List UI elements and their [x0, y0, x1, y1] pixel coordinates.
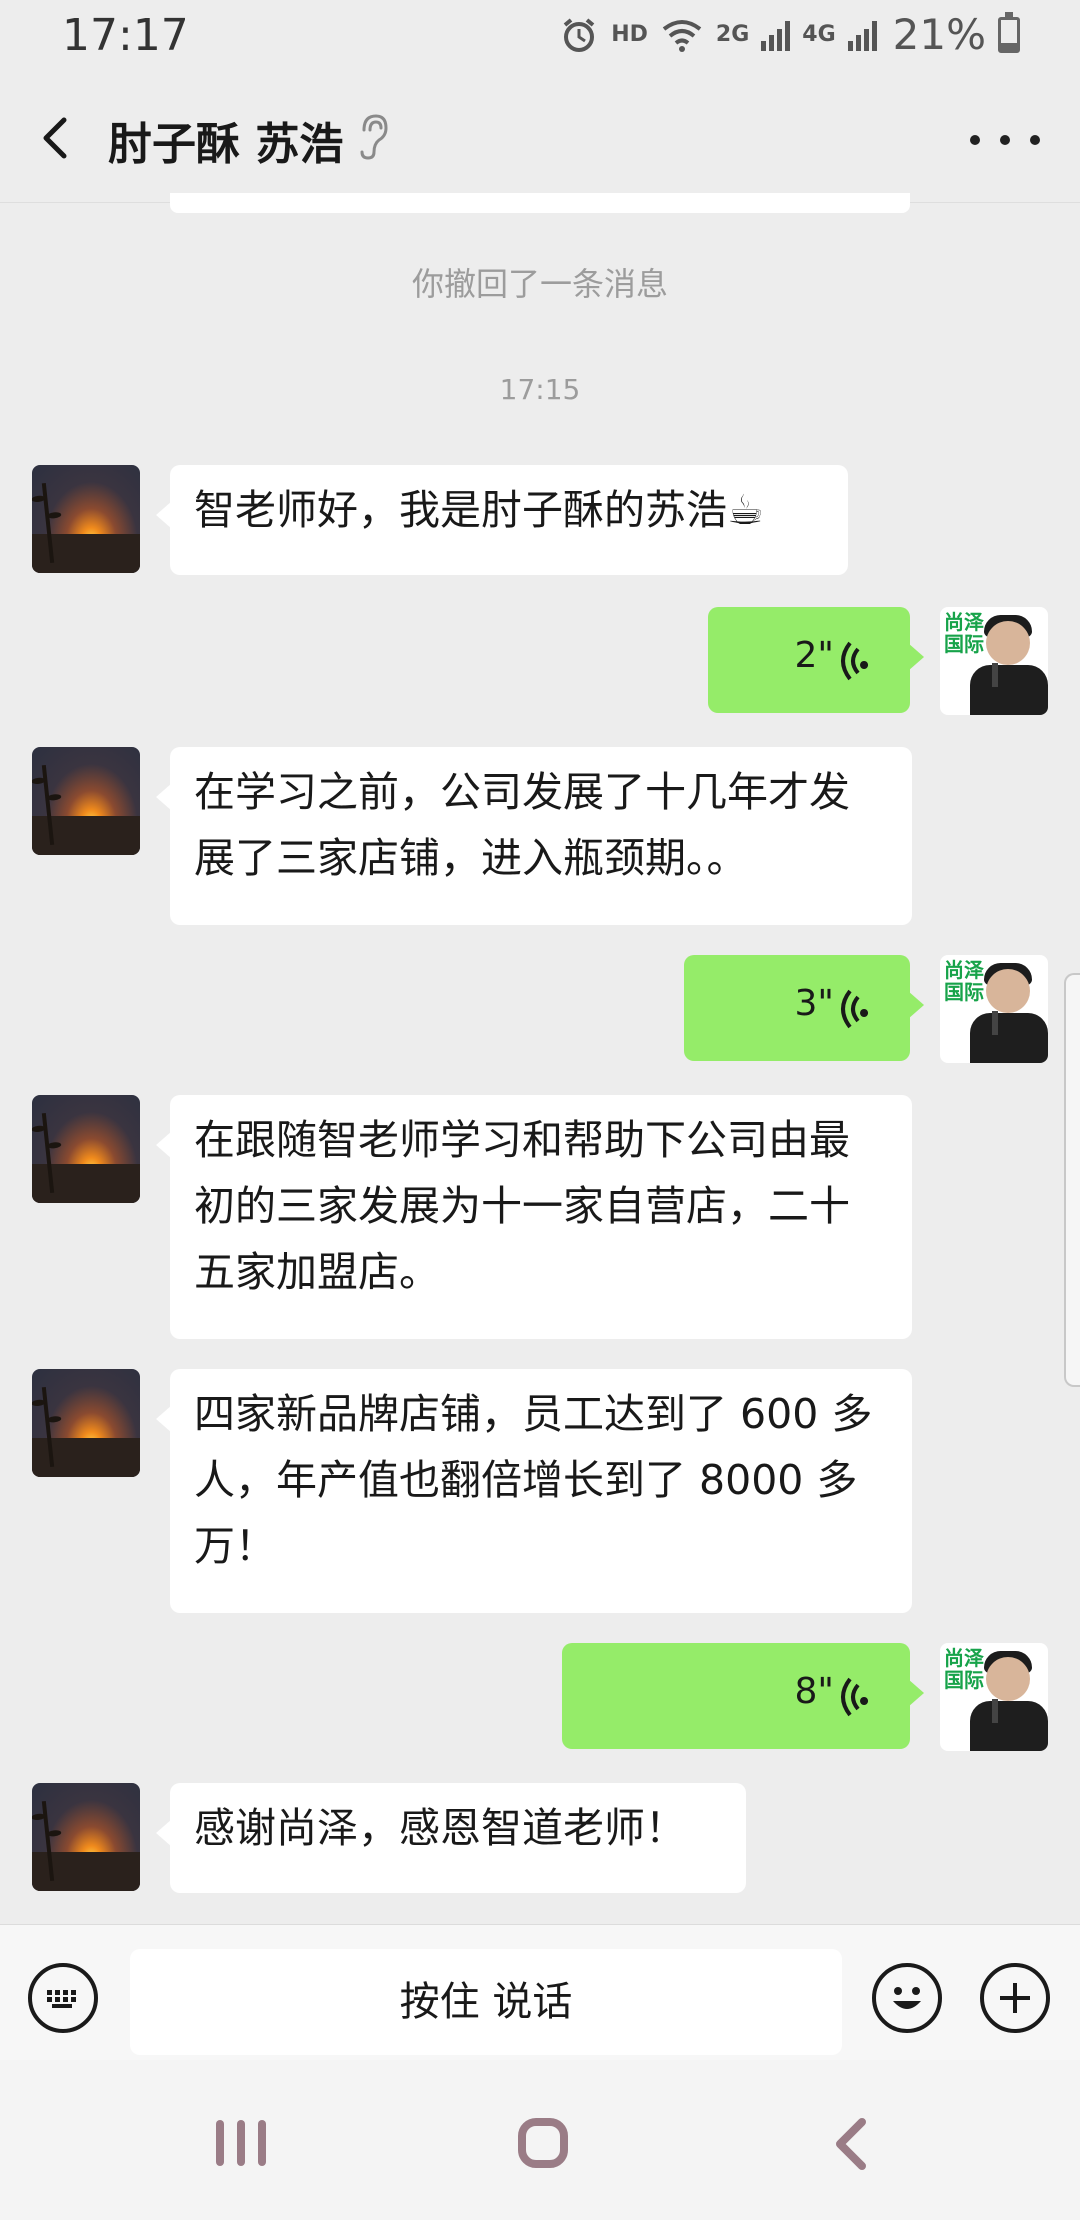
voice-wave-icon — [841, 1677, 869, 1717]
keyboard-toggle-button[interactable] — [28, 1963, 98, 2033]
battery-icon — [998, 11, 1020, 53]
back-icon[interactable] — [28, 108, 88, 168]
contact-avatar[interactable] — [32, 1369, 140, 1477]
scroll-indicator[interactable] — [1064, 973, 1080, 1387]
battery-percent: 21% — [892, 10, 986, 59]
my-avatar[interactable]: 尚泽国际 — [940, 955, 1048, 1063]
home-icon[interactable] — [518, 2118, 568, 2168]
contact-avatar[interactable] — [32, 747, 140, 855]
signal-bars-icon — [761, 19, 791, 51]
back-nav-icon[interactable] — [830, 2116, 870, 2172]
message-bubble-left[interactable]: 四家新品牌店铺，员工达到了 600 多人，年产值也翻倍增长到了 8000 多万！ — [156, 1369, 912, 1613]
my-avatar[interactable]: 尚泽国际 — [940, 1643, 1048, 1751]
message-bubble-left[interactable]: 智老师好，我是肘子酥的苏浩☕ — [156, 465, 848, 575]
wechat-chat-screen: 17:17 HD 2G 4G 21% 肘子酥 苏浩 你撤回了一条消息 17:15… — [0, 0, 1080, 2220]
chat-message-list[interactable]: 你撤回了一条消息 17:15 智老师好，我是肘子酥的苏浩☕ 尚泽国际 2" 在学… — [0, 193, 1080, 1923]
more-dot — [1000, 135, 1010, 145]
voice-message-bubble[interactable]: 2" — [708, 607, 924, 713]
message-bubble-left[interactable]: 在跟随智老师学习和帮助下公司由最初的三家发展为十一家自营店，二十五家加盟店。 — [156, 1095, 912, 1339]
more-functions-button[interactable] — [980, 1963, 1050, 2033]
hold-to-talk-button[interactable]: 按住 说话 — [130, 1949, 842, 2055]
chat-header: 肘子酥 苏浩 — [0, 72, 1080, 203]
recalled-message-notice: 你撤回了一条消息 — [411, 265, 668, 303]
voice-duration: 8" — [794, 1671, 834, 1712]
signal-bars-icon-2 — [847, 19, 877, 51]
voice-wave-icon — [841, 641, 869, 681]
avatar-logo-text: 尚泽国际 — [944, 958, 984, 1004]
ear-icon — [360, 114, 388, 160]
hd-indicator: HD — [611, 22, 648, 47]
contact-avatar[interactable] — [32, 1783, 140, 1891]
my-avatar[interactable]: 尚泽国际 — [940, 607, 1048, 715]
network-4g: 4G — [802, 22, 836, 47]
status-icons: HD 2G 4G 21% — [559, 10, 1020, 59]
recent-apps-icon[interactable] — [216, 2120, 266, 2166]
voice-duration: 3" — [794, 983, 834, 1024]
alarm-icon — [563, 17, 595, 52]
avatar-logo-text: 尚泽国际 — [944, 610, 984, 656]
message-text: 在跟随智老师学习和帮助下公司由最初的三家发展为十一家自营店，二十五家加盟店。 — [194, 1116, 850, 1296]
emoji-icon — [893, 1987, 921, 2009]
more-dot — [970, 135, 980, 145]
chat-timestamp: 17:15 — [499, 373, 581, 406]
message-text: 感谢尚泽，感恩智道老师！ — [194, 1804, 686, 1852]
message-text: 四家新品牌店铺，员工达到了 600 多人，年产值也翻倍增长到了 8000 多万！ — [194, 1390, 873, 1570]
keyboard-icon — [47, 1990, 76, 2008]
partial-message-bubble — [170, 193, 910, 213]
voice-message-bubble[interactable]: 8" — [562, 1643, 924, 1749]
contact-avatar[interactable] — [32, 465, 140, 573]
more-options-button[interactable] — [970, 120, 1040, 160]
status-time: 17:17 — [62, 10, 189, 61]
more-dot — [1030, 135, 1040, 145]
input-bar: 按住 说话 — [0, 1924, 1080, 2061]
emoji-button[interactable] — [872, 1963, 942, 2033]
voice-duration: 2" — [794, 635, 834, 676]
system-navigation-bar — [0, 2060, 1080, 2220]
wifi-icon — [662, 19, 702, 52]
message-text: 在学习之前，公司发展了十几年才发展了三家店铺，进入瓶颈期。。 — [194, 768, 850, 882]
voice-wave-icon — [841, 989, 869, 1029]
message-bubble-left[interactable]: 感谢尚泽，感恩智道老师！ — [156, 1783, 746, 1893]
contact-avatar[interactable] — [32, 1095, 140, 1203]
network-2g: 2G — [715, 22, 750, 47]
status-bar: 17:17 HD 2G 4G 21% — [0, 0, 1080, 72]
message-bubble-left[interactable]: 在学习之前，公司发展了十几年才发展了三家店铺，进入瓶颈期。。 — [156, 747, 912, 925]
voice-message-bubble[interactable]: 3" — [684, 955, 924, 1061]
message-text: 智老师好，我是肘子酥的苏浩☕ — [194, 486, 764, 534]
chat-title: 肘子酥 苏浩 — [108, 119, 344, 170]
avatar-logo-text: 尚泽国际 — [944, 1646, 984, 1692]
